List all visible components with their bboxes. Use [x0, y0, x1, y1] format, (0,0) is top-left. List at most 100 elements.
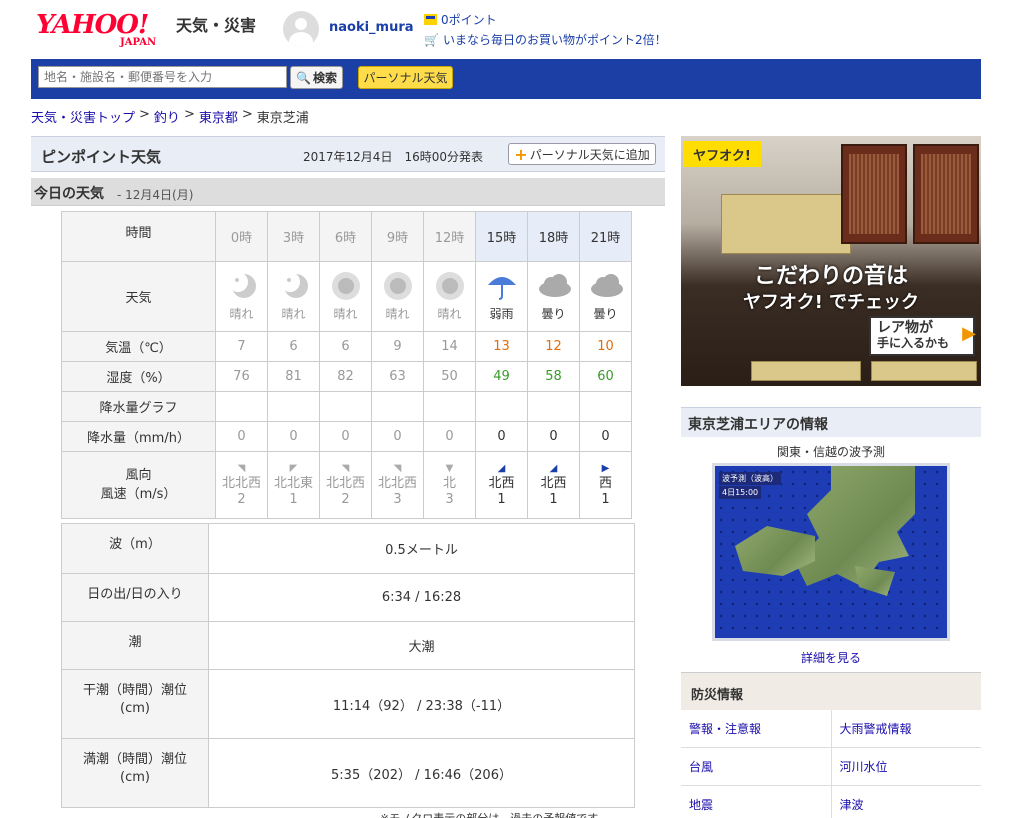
forecast-weather-label: 弱雨 — [489, 307, 514, 321]
breadcrumb-separator: > — [139, 107, 150, 122]
forecast-wind-speed: 1 — [497, 492, 506, 507]
wind-arrow-icon: ▼ — [445, 463, 454, 474]
tide-value: 大潮 — [208, 621, 635, 670]
forecast-precip: 0 — [527, 421, 580, 452]
forecast-weather-label: 晴れ — [437, 307, 462, 321]
logo-text: YAHOO! — [36, 10, 149, 40]
add-personal-weather-button[interactable]: + パーソナル天気に追加 — [508, 143, 656, 165]
forecast-hour: 21時 — [579, 211, 632, 262]
forecast-weather: 曇り — [579, 261, 632, 332]
cloud-icon — [590, 271, 623, 301]
high-tide-label-2: (cm) — [120, 770, 150, 785]
bosai-link-tsunami[interactable]: 津波 — [832, 786, 982, 818]
breadcrumb-fishing[interactable]: 釣り — [154, 107, 180, 126]
bosai-link-typhoon[interactable]: 台風 — [681, 748, 832, 785]
breadcrumb-separator: > — [241, 107, 253, 122]
avatar[interactable] — [283, 11, 319, 47]
sun-icon — [330, 271, 362, 301]
ad-headline: こだわりの音は — [753, 264, 908, 289]
wave-map-label: 波予測（波高） — [719, 472, 781, 485]
forecast-humidity: 82 — [319, 361, 372, 392]
forecast-table: 時間 0時 3時 6時 9時 12時 15時 18時 21時 天気 晴れ 晴れ 晴れ 晴れ 晴れ 弱雨 曇… — [61, 211, 632, 519]
bosai-link-warnings[interactable]: 警報・注意報 — [681, 710, 832, 747]
ad-banner[interactable]: ヤフオク! こだわりの音は ヤフオク! でチェック レア物が 手に入るかも — [681, 136, 981, 386]
wind-arrow-icon: ◥ — [393, 463, 402, 474]
forecast-wind: ◤ 北北東 1 — [267, 451, 320, 519]
amplifier-small-image — [751, 361, 861, 381]
ad-rare-2: 手に入るかも — [877, 336, 950, 350]
moon-icon — [278, 271, 310, 301]
forecast-wind-speed: 1 — [549, 492, 558, 507]
forecast-temp: 9 — [371, 331, 424, 362]
temp-label: 気温（℃） — [61, 331, 216, 362]
username-link[interactable]: naoki_mura — [329, 20, 414, 35]
breadcrumb-current: 東京芝浦 — [256, 111, 309, 126]
sun-label: 日の出/日の入り — [61, 573, 209, 622]
today-title: 今日の天気 — [34, 186, 104, 202]
bosai-grid: 警報・注意報 大雨警戒情報 台風 河川水位 地震 津波 — [681, 710, 981, 818]
forecast-weather: 晴れ — [267, 261, 320, 332]
wave-map[interactable]: 波予測（波高） 4日15:00 — [712, 463, 950, 641]
forecast-wind-speed: 1 — [601, 492, 610, 507]
forecast-precip-graph — [267, 391, 320, 422]
search-button[interactable]: 🔍 検索 — [290, 66, 343, 89]
footnote: ※モノクロ表示の部分は、過去の予報値です — [380, 810, 598, 818]
add-personal-label: パーソナル天気に追加 — [529, 147, 650, 162]
personal-weather-button[interactable]: パーソナル天気 — [358, 66, 453, 89]
amplifier-small-image — [871, 361, 977, 381]
forecast-precip: 0 — [423, 421, 476, 452]
precip-graph-label: 降水量グラフ — [61, 391, 216, 422]
points-link[interactable]: 0ポイント — [424, 11, 497, 28]
forecast-weather: 弱雨 — [475, 261, 528, 332]
forecast-precip: 0 — [371, 421, 424, 452]
forecast-wind: ◥ 北北西 2 — [215, 451, 268, 519]
wind-arrow-icon: ◢ — [549, 463, 558, 474]
wave-more-link[interactable]: 詳細を見る — [681, 649, 981, 666]
bosai-header: 防災情報 — [681, 672, 981, 710]
forecast-humidity: 49 — [475, 361, 528, 392]
forecast-wind-speed: 3 — [393, 492, 402, 507]
bosai-link-earthquake[interactable]: 地震 — [681, 786, 832, 818]
forecast-wind-dir: 北北西 — [221, 476, 261, 491]
search-input[interactable] — [38, 66, 287, 88]
today-date: - 12月4日(月) — [117, 188, 194, 202]
precip-label: 降水量（mm/h） — [61, 421, 216, 452]
area-title: 東京芝浦エリアの情報 — [688, 417, 828, 433]
high-tide-label: 満潮（時間）潮位 (cm) — [61, 738, 209, 808]
umbrella-icon — [486, 271, 518, 301]
forecast-weather-label: 晴れ — [281, 307, 306, 321]
forecast-wind-dir: 北北東 — [273, 476, 313, 491]
low-tide-label: 干潮（時間）潮位 (cm) — [61, 669, 209, 739]
forecast-temp: 12 — [527, 331, 580, 362]
forecast-wind-speed: 2 — [237, 492, 246, 507]
wind-dir-label: 風向 — [125, 468, 152, 483]
forecast-hour: 3時 — [267, 211, 320, 262]
low-tide-label-2: (cm) — [120, 701, 150, 716]
points-text: 0ポイント — [441, 13, 497, 27]
wind-arrow-icon: ▶ — [601, 463, 610, 474]
bosai-link-river[interactable]: 河川水位 — [832, 748, 982, 785]
forecast-humidity: 50 — [423, 361, 476, 392]
forecast-precip-graph — [579, 391, 632, 422]
forecast-precip: 0 — [215, 421, 268, 452]
forecast-wind: ◥ 北北西 3 — [371, 451, 424, 519]
forecast-hour: 0時 — [215, 211, 268, 262]
forecast-hour: 12時 — [423, 211, 476, 262]
breadcrumb-weather-top[interactable]: 天気・災害トップ — [31, 107, 135, 126]
breadcrumb-tokyo[interactable]: 東京都 — [199, 107, 238, 126]
wave-map-time: 4日15:00 — [719, 486, 762, 499]
promo-link[interactable]: 🛒 いまなら毎日のお買い物がポイント2倍！ — [424, 31, 667, 48]
yahoo-logo[interactable]: YAHOO! JAPAN — [36, 10, 176, 48]
amplifier-image — [721, 194, 851, 254]
service-title[interactable]: 天気・災害 — [176, 12, 256, 36]
bosai-link-heavy-rain[interactable]: 大雨警戒情報 — [832, 710, 982, 747]
cloud-icon — [538, 271, 571, 301]
time-label: 時間 — [61, 211, 216, 262]
forecast-wind-dir: 北北西 — [377, 476, 417, 491]
forecast-precip: 0 — [267, 421, 320, 452]
forecast-humidity: 81 — [267, 361, 320, 392]
weather-label: 天気 — [61, 261, 216, 332]
forecast-wind: ▼ 北 3 — [423, 451, 476, 519]
wave-value: 0.5メートル — [208, 523, 635, 574]
forecast-temp: 13 — [475, 331, 528, 362]
